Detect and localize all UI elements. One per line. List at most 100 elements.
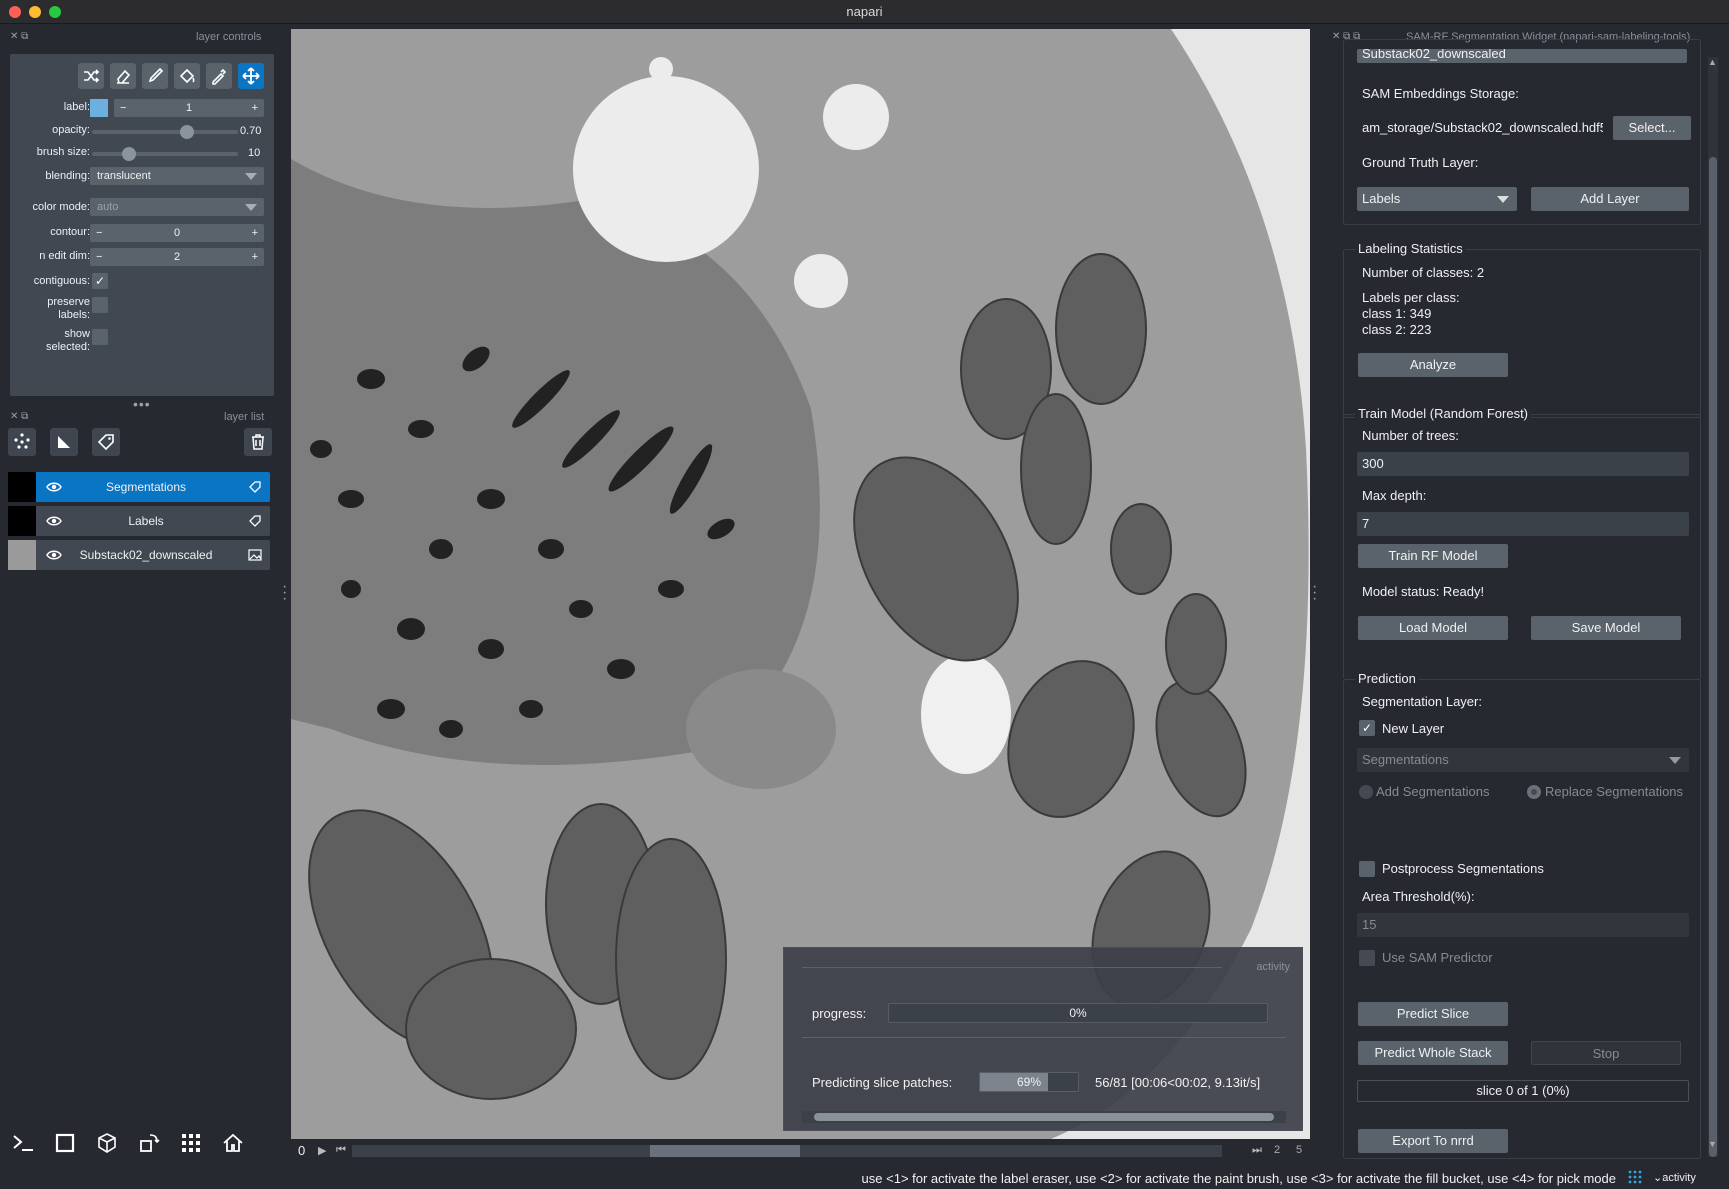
dock-splitter-handle[interactable]: · · · <box>1312 579 1317 607</box>
ground-truth-value: Labels <box>1362 191 1401 206</box>
shuffle-colors-button[interactable] <box>78 63 104 89</box>
step-back-icon[interactable]: ⏮ <box>336 1144 346 1157</box>
fill-button[interactable] <box>174 63 200 89</box>
show-selected-checkbox[interactable] <box>92 329 108 345</box>
pan-zoom-button[interactable] <box>238 63 264 89</box>
new-labels-layer-button[interactable] <box>92 428 120 456</box>
pick-button[interactable] <box>206 63 232 89</box>
dims-slider[interactable] <box>352 1145 1222 1157</box>
status-hint: use <1> for activate the label eraser, u… <box>861 1171 1616 1186</box>
scrollbar-thumb[interactable] <box>814 1113 1274 1121</box>
analyze-button[interactable]: Analyze <box>1358 353 1508 377</box>
grid-view-button[interactable] <box>176 1128 206 1158</box>
train-rf-button[interactable]: Train RF Model <box>1358 544 1508 568</box>
activity-toggle[interactable]: ⌄activity <box>1653 1171 1696 1184</box>
load-model-button[interactable]: Load Model <box>1358 616 1508 640</box>
erase-button[interactable] <box>110 63 136 89</box>
vertical-scrollbar[interactable] <box>1708 57 1718 1157</box>
layer-row-image[interactable]: Substack02_downscaled <box>8 540 270 570</box>
plus-icon[interactable]: + <box>252 251 258 263</box>
roll-dims-button[interactable] <box>92 1128 122 1158</box>
trees-input[interactable]: 300 <box>1357 452 1689 476</box>
max-depth-input[interactable]: 7 <box>1357 512 1689 536</box>
ndisplay-button[interactable] <box>50 1128 80 1158</box>
replace-segmentations-radio[interactable] <box>1527 785 1541 799</box>
add-layer-button[interactable]: Add Layer <box>1531 187 1689 211</box>
trees-label: Number of trees: <box>1362 428 1459 443</box>
activity-dialog: activity progress: 0% Predicting slice p… <box>783 947 1303 1131</box>
minus-icon[interactable]: − <box>120 102 126 114</box>
stop-button[interactable]: Stop <box>1531 1041 1681 1065</box>
preserve-labels-label-1: preserve <box>47 296 90 308</box>
preserve-labels-checkbox[interactable] <box>92 297 108 313</box>
color-mode-dropdown[interactable]: auto <box>90 198 264 216</box>
reset-view-button[interactable] <box>218 1128 248 1158</box>
layer-row-labels[interactable]: Labels <box>8 506 270 536</box>
labels-layer-icon <box>249 481 261 493</box>
contiguous-checkbox[interactable]: ✓ <box>92 273 108 289</box>
scroll-down-icon[interactable]: ▼ <box>1708 1139 1717 1149</box>
brush-size-slider-handle[interactable] <box>122 147 136 161</box>
contour-value: 0 <box>173 227 181 239</box>
minus-icon[interactable]: − <box>96 251 102 263</box>
embeddings-label: SAM Embeddings Storage: <box>1362 86 1519 101</box>
add-segmentations-radio[interactable] <box>1359 785 1373 799</box>
segmentation-dropdown[interactable]: Segmentations <box>1357 748 1689 772</box>
predict-whole-stack-button[interactable]: Predict Whole Stack <box>1358 1041 1508 1065</box>
horizontal-scrollbar[interactable] <box>802 1111 1286 1123</box>
new-points-layer-button[interactable] <box>8 428 36 456</box>
activity-dots-icon[interactable] <box>1627 1169 1643 1185</box>
brush-size-slider[interactable] <box>92 152 238 156</box>
select-button[interactable]: Select... <box>1613 116 1691 140</box>
dims-slider-value-1: 2 <box>1274 1144 1281 1156</box>
opacity-slider-handle[interactable] <box>180 125 194 139</box>
image-layer-dropdown[interactable]: Substack02_downscaled <box>1357 49 1687 63</box>
scroll-up-icon[interactable]: ▲ <box>1708 57 1717 67</box>
embeddings-path-field[interactable]: am_storage/Substack02_downscaled.hdf5 <box>1357 116 1603 140</box>
divider <box>802 967 1222 968</box>
preserve-labels-label-2: labels: <box>58 309 90 321</box>
segmentation-value: Segmentations <box>1362 752 1449 767</box>
area-threshold-input[interactable]: 15 <box>1357 913 1689 937</box>
brush-icon <box>148 67 164 83</box>
console-button[interactable] <box>8 1128 38 1158</box>
opacity-slider[interactable] <box>92 130 238 134</box>
plus-icon[interactable]: + <box>252 227 258 239</box>
transpose-button[interactable] <box>134 1128 164 1158</box>
postprocess-label: Postprocess Segmentations <box>1382 861 1544 876</box>
contour-spinbox[interactable]: − 0 + <box>90 224 264 242</box>
contour-label: contour: <box>50 226 90 238</box>
blending-dropdown[interactable]: translucent <box>90 167 264 185</box>
n-edit-dim-label: n edit dim: <box>39 250 90 262</box>
postprocess-checkbox[interactable] <box>1359 861 1375 877</box>
float-dock-icon[interactable]: ✕ ⧉ <box>10 411 28 422</box>
train-model-title: Train Model (Random Forest) <box>1355 406 1532 421</box>
ground-truth-label: Ground Truth Layer: <box>1362 155 1479 170</box>
layer-row-segmentations[interactable]: Segmentations <box>8 472 270 502</box>
step-forward-icon[interactable]: ⏭ <box>1252 1144 1262 1157</box>
splitter-handle[interactable]: ••• <box>133 396 151 412</box>
use-sam-checkbox[interactable] <box>1359 950 1375 966</box>
dims-slider-handle[interactable] <box>650 1145 800 1157</box>
scrollbar-thumb[interactable] <box>1709 157 1717 1157</box>
n-edit-dim-spinbox[interactable]: − 2 + <box>90 248 264 266</box>
predicting-percent: 69% <box>1016 1075 1042 1089</box>
new-shapes-layer-button[interactable] <box>50 428 78 456</box>
layer-name: Substack02_downscaled <box>79 548 213 562</box>
minus-icon[interactable]: − <box>96 227 102 239</box>
ground-truth-dropdown[interactable]: Labels <box>1357 187 1517 211</box>
slice-progress-bar: slice 0 of 1 (0%) <box>1357 1080 1689 1102</box>
delete-layer-button[interactable] <box>244 428 272 456</box>
dock-splitter-handle[interactable]: · · · <box>282 579 287 607</box>
new-layer-checkbox[interactable]: ✓ <box>1359 720 1375 736</box>
label-color-swatch[interactable] <box>90 99 108 117</box>
export-nrrd-button[interactable]: Export To nrrd <box>1358 1129 1508 1153</box>
predict-slice-button[interactable]: Predict Slice <box>1358 1002 1508 1026</box>
play-icon[interactable]: ▶ <box>318 1144 326 1157</box>
activity-header: activity <box>1256 961 1290 973</box>
paint-button[interactable] <box>142 63 168 89</box>
label-spinbox[interactable]: − 1 + <box>114 99 264 117</box>
float-dock-icon[interactable]: ✕ ⧉ <box>10 31 28 42</box>
plus-icon[interactable]: + <box>252 102 258 114</box>
save-model-button[interactable]: Save Model <box>1531 616 1681 640</box>
